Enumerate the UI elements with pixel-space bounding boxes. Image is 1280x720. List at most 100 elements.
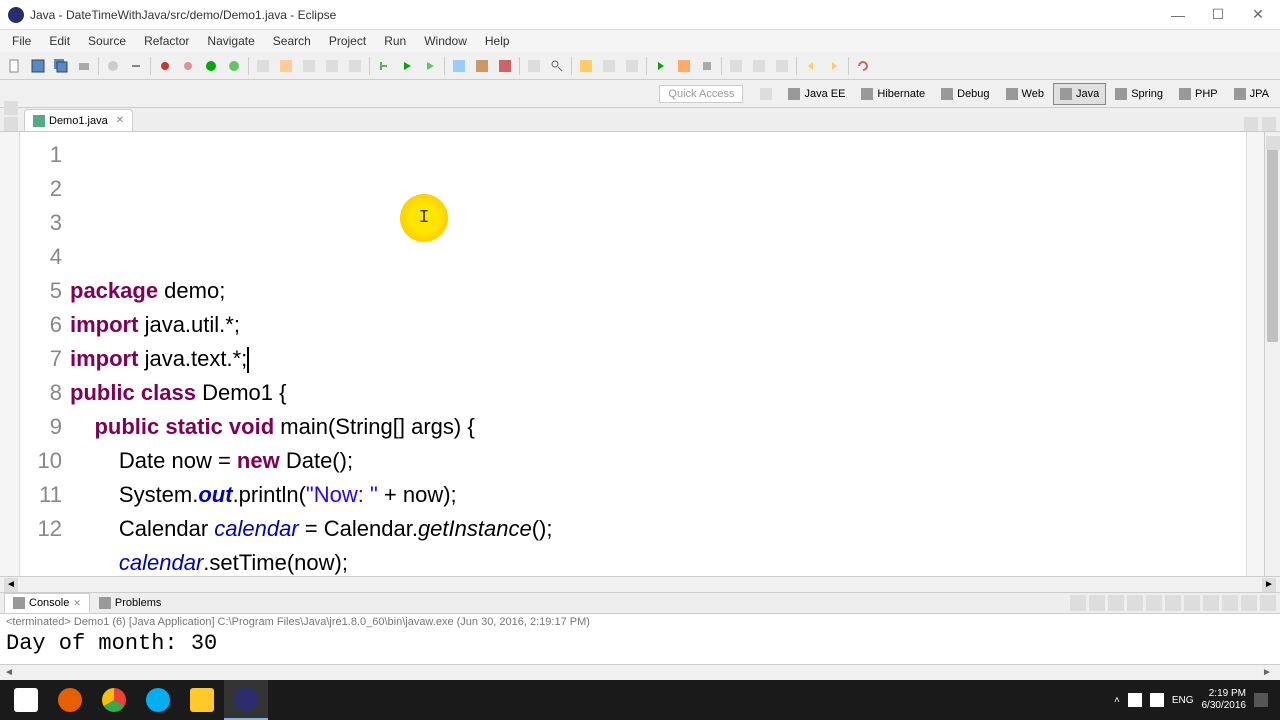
menu-source[interactable]: Source: [80, 32, 134, 50]
code-line[interactable]: System.out.println("Now: " + now);: [70, 478, 1246, 512]
tool-5-button[interactable]: [344, 55, 366, 77]
menu-edit[interactable]: Edit: [41, 32, 78, 50]
console-new-button[interactable]: [1222, 595, 1238, 611]
network-icon[interactable]: [1128, 693, 1142, 707]
terminate-button[interactable]: [696, 55, 718, 77]
tool-3-button[interactable]: [298, 55, 320, 77]
perspective-jpa[interactable]: JPA: [1227, 83, 1276, 105]
minimize-editor-icon[interactable]: [1244, 117, 1258, 131]
close-button[interactable]: ✕: [1244, 5, 1272, 25]
step-over-button[interactable]: [748, 55, 770, 77]
volume-icon[interactable]: [1150, 693, 1164, 707]
console-remove-all-button[interactable]: [1108, 595, 1124, 611]
console-max-button[interactable]: [1260, 595, 1276, 611]
perspective-web[interactable]: Web: [999, 83, 1051, 105]
code-editor[interactable]: 123456789101112 I package demo;import ja…: [0, 132, 1280, 576]
menu-search[interactable]: Search: [265, 32, 319, 50]
print-button[interactable]: [73, 55, 95, 77]
run-dropdown-button[interactable]: [396, 55, 418, 77]
perspective-spring[interactable]: Spring: [1108, 83, 1170, 105]
chrome-button[interactable]: [92, 680, 136, 720]
code-area[interactable]: I package demo;import java.util.*;import…: [70, 132, 1246, 576]
perspective-java[interactable]: Java: [1053, 83, 1106, 105]
tool-2-button[interactable]: [275, 55, 297, 77]
quick-access-input[interactable]: Quick Access: [659, 85, 743, 103]
system-tray[interactable]: ˄ ENG 2:19 PM 6/30/2016: [1114, 688, 1276, 712]
save-button[interactable]: [27, 55, 49, 77]
menu-project[interactable]: Project: [321, 32, 374, 50]
console-clear-button[interactable]: [1127, 595, 1143, 611]
code-line[interactable]: public static void main(String[] args) {: [70, 410, 1246, 444]
console-output[interactable]: Day of month: 30: [0, 630, 1280, 664]
console-min-button[interactable]: [1241, 595, 1257, 611]
annotation-button[interactable]: [575, 55, 597, 77]
language-indicator[interactable]: ENG: [1172, 695, 1194, 706]
back-button[interactable]: [800, 55, 822, 77]
perspective-debug[interactable]: Debug: [934, 83, 996, 105]
tool-4-button[interactable]: [321, 55, 343, 77]
suspend-button[interactable]: [673, 55, 695, 77]
navigator-icon[interactable]: [4, 117, 18, 131]
start-button[interactable]: [4, 680, 48, 720]
toggle-mark-button[interactable]: [598, 55, 620, 77]
package-explorer-icon[interactable]: [4, 101, 18, 115]
code-line[interactable]: calendar.setTime(now);: [70, 546, 1246, 576]
console-open-button[interactable]: [1203, 595, 1219, 611]
search-button[interactable]: [546, 55, 568, 77]
menu-file[interactable]: File: [4, 32, 39, 50]
debug-dropdown-button[interactable]: [373, 55, 395, 77]
open-perspective-button[interactable]: [753, 83, 779, 105]
menu-help[interactable]: Help: [477, 32, 518, 50]
new-package-button[interactable]: [471, 55, 493, 77]
outline-icon[interactable]: [1266, 136, 1280, 150]
scroll-right-button[interactable]: ►: [1262, 578, 1276, 592]
maximize-editor-icon[interactable]: [1262, 117, 1276, 131]
console-scroll-lock-button[interactable]: [1146, 595, 1162, 611]
debug-last-button[interactable]: [223, 55, 245, 77]
refresh-button[interactable]: [852, 55, 874, 77]
debug-button[interactable]: [200, 55, 222, 77]
scroll-left-button[interactable]: ◄: [4, 578, 18, 592]
console-remove-button[interactable]: [1089, 595, 1105, 611]
explorer-button[interactable]: [180, 680, 224, 720]
console-terminate-button[interactable]: [1070, 595, 1086, 611]
console-display-button[interactable]: [1184, 595, 1200, 611]
open-type-button[interactable]: [523, 55, 545, 77]
problems-tab[interactable]: Problems: [90, 593, 170, 613]
new-plugin-button[interactable]: [494, 55, 516, 77]
forward-button[interactable]: [823, 55, 845, 77]
console-pin-button[interactable]: [1165, 595, 1181, 611]
close-console-button[interactable]: ✕: [73, 598, 81, 609]
notifications-icon[interactable]: [1254, 693, 1268, 707]
link-button[interactable]: [125, 55, 147, 77]
tray-up-icon[interactable]: ˄: [1114, 695, 1120, 706]
code-line[interactable]: Calendar calendar = Calendar.getInstance…: [70, 512, 1246, 546]
perspective-java-ee[interactable]: Java EE: [781, 83, 852, 105]
horizontal-scrollbar[interactable]: ◄ ►: [0, 576, 1280, 592]
task-button[interactable]: [621, 55, 643, 77]
build-button[interactable]: [102, 55, 124, 77]
step-into-button[interactable]: [725, 55, 747, 77]
code-line[interactable]: Date now = new Date();: [70, 444, 1246, 478]
run-last-button[interactable]: [419, 55, 441, 77]
code-line[interactable]: import java.text.*;: [70, 342, 1246, 376]
code-line[interactable]: public class Demo1 {: [70, 376, 1246, 410]
menu-window[interactable]: Window: [416, 32, 475, 50]
menu-refactor[interactable]: Refactor: [136, 32, 197, 50]
save-all-button[interactable]: [50, 55, 72, 77]
perspective-php[interactable]: PHP: [1172, 83, 1225, 105]
minimize-button[interactable]: —: [1164, 5, 1192, 25]
menu-navigate[interactable]: Navigate: [199, 32, 262, 50]
console-scroll-right[interactable]: ►: [1262, 667, 1276, 679]
tool-1-button[interactable]: [252, 55, 274, 77]
clock[interactable]: 2:19 PM 6/30/2016: [1202, 688, 1247, 712]
maximize-button[interactable]: ☐: [1204, 5, 1232, 25]
console-scroll-left[interactable]: ◄: [4, 667, 18, 679]
step-return-button[interactable]: [771, 55, 793, 77]
editor-tab-demo1[interactable]: Demo1.java ✕: [24, 109, 133, 131]
code-line[interactable]: import java.util.*;: [70, 308, 1246, 342]
toggle-breakpoint-button[interactable]: [154, 55, 176, 77]
close-tab-button[interactable]: ✕: [116, 115, 124, 126]
firefox-button[interactable]: [48, 680, 92, 720]
skip-breakpoints-button[interactable]: [177, 55, 199, 77]
